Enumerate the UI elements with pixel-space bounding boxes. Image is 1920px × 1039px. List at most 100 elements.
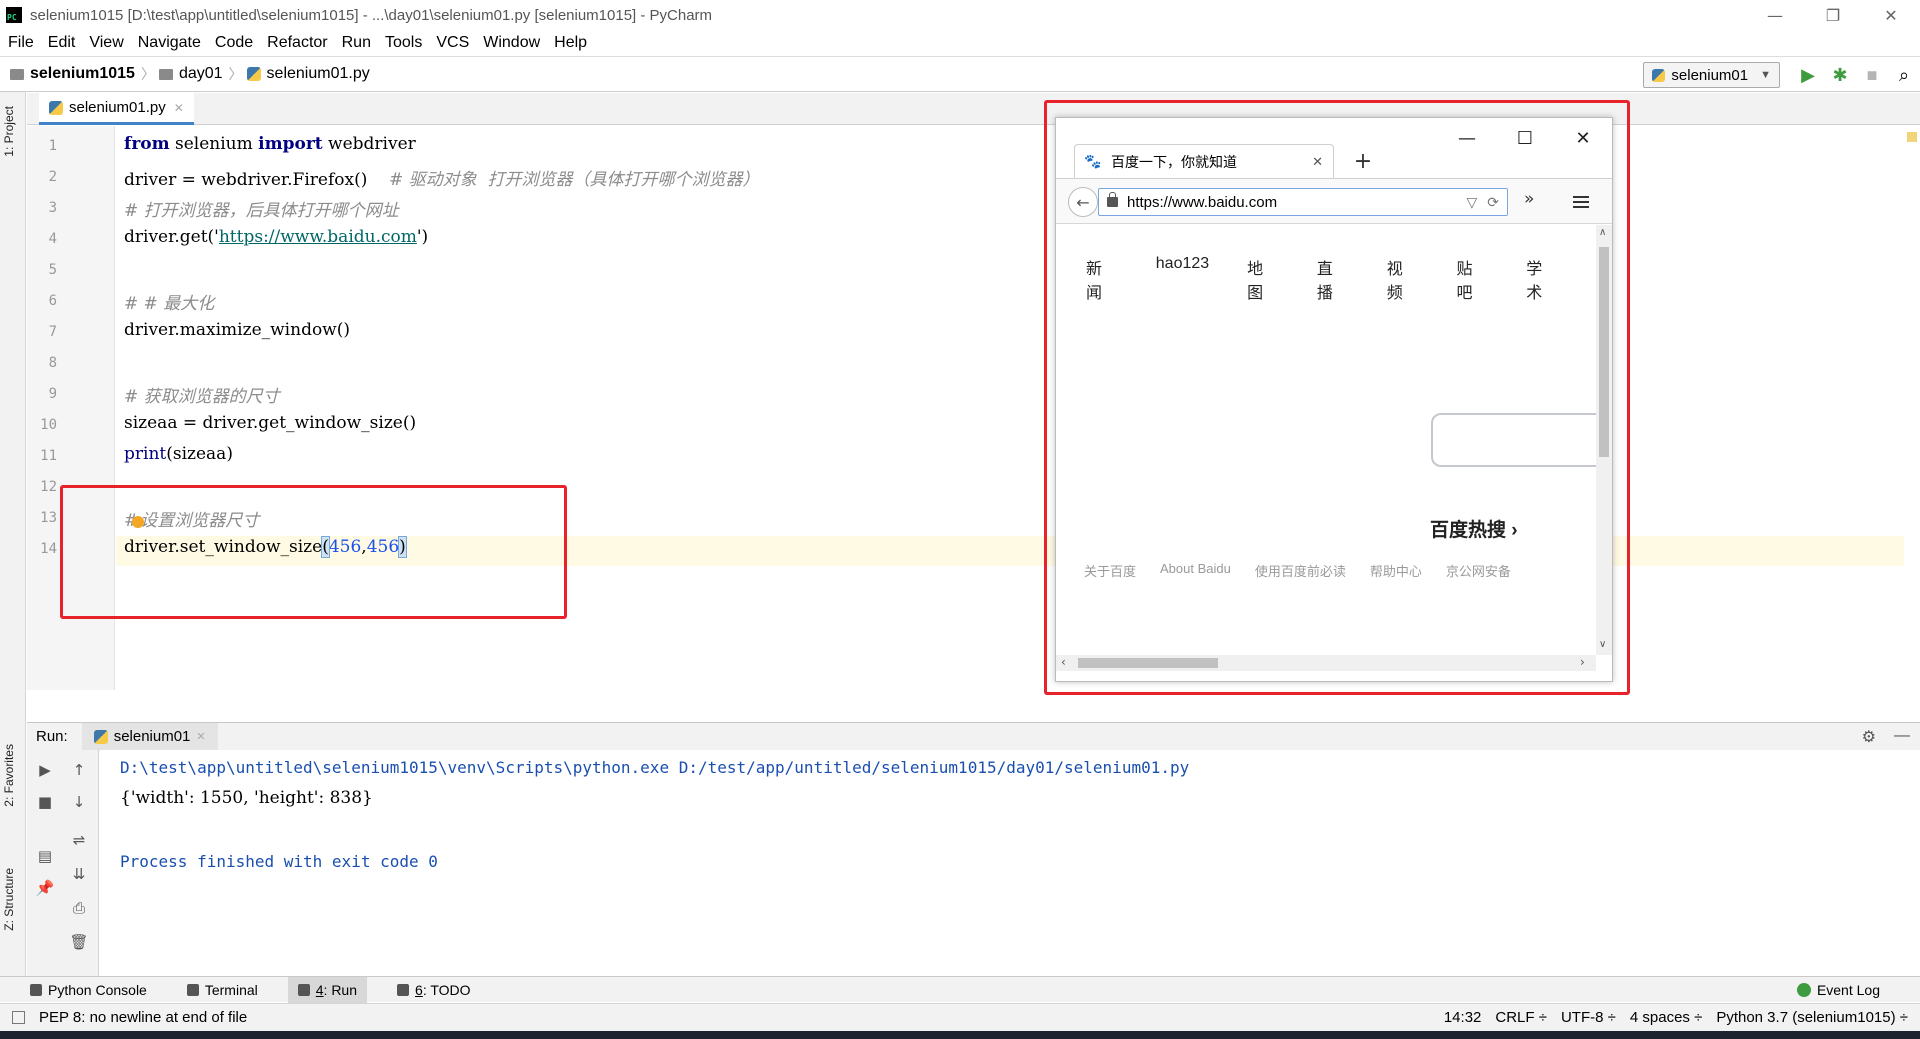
trash-icon[interactable]: 🗑 xyxy=(67,930,91,954)
status-widgets: 14:32 CRLF ÷ UTF-8 ÷ 4 spaces ÷ Python 3… xyxy=(1444,1009,1908,1026)
run-configuration-select[interactable]: selenium01 ▼ xyxy=(1643,62,1780,88)
arrow-down-icon[interactable]: ↓ xyxy=(67,790,91,814)
python-console-icon xyxy=(30,983,42,996)
close-icon[interactable]: ✕ xyxy=(196,730,205,743)
code-builtin: print xyxy=(124,444,167,464)
search-icon[interactable]: ⌕ xyxy=(1888,59,1920,91)
arrow-up-icon[interactable]: ↑ xyxy=(67,758,91,782)
run-configuration-label: selenium01 xyxy=(1671,66,1749,84)
menu-window[interactable]: Window xyxy=(483,34,540,52)
breadcrumb-project[interactable]: selenium1015 xyxy=(10,65,135,83)
folder-icon xyxy=(10,68,24,80)
code-keyword: import xyxy=(258,134,323,154)
python-console-tool-button[interactable]: Python Console xyxy=(20,977,157,1003)
encoding-select[interactable]: UTF-8 ÷ xyxy=(1561,1009,1616,1026)
chevron-down-icon: ▼ xyxy=(1760,69,1771,81)
menu-view[interactable]: View xyxy=(89,34,123,52)
event-log-tool-button[interactable]: Event Log xyxy=(1796,981,1880,998)
pin-icon[interactable]: 📌 xyxy=(33,876,57,900)
code-text: selenium xyxy=(169,134,259,154)
indent-select[interactable]: 4 spaces ÷ xyxy=(1630,1009,1702,1026)
python-file-icon xyxy=(93,729,108,744)
favorites-tool-button[interactable]: 2: Favorites xyxy=(2,744,16,807)
layout-icon[interactable]: ▤ xyxy=(33,844,57,868)
soft-wrap-icon[interactable]: ⇌ xyxy=(67,828,91,852)
run-label: : Run xyxy=(323,981,358,998)
close-icon[interactable]: ✕ xyxy=(174,101,184,115)
close-button[interactable]: ✕ xyxy=(1862,0,1920,30)
status-message: PEP 8: no newline at end of file xyxy=(12,1009,247,1026)
menu-help[interactable]: Help xyxy=(554,34,587,52)
menu-file[interactable]: File xyxy=(8,34,34,52)
line-number: 8 xyxy=(48,355,57,371)
minimize-button[interactable]: — xyxy=(1746,0,1804,30)
breadcrumb-file[interactable]: selenium01.py xyxy=(246,65,370,83)
line-number: 1 xyxy=(48,138,57,154)
line-number: 7 xyxy=(48,324,57,340)
stop-icon[interactable]: ■ xyxy=(33,790,57,814)
code-text: driver.get(' xyxy=(124,227,219,247)
menu-edit[interactable]: Edit xyxy=(48,34,76,52)
console-command-line: D:\test\app\untitled\selenium1015\venv\S… xyxy=(120,758,1190,777)
code-line-3: # 打开浏览器，后具体打开哪个网址 xyxy=(124,201,399,221)
terminal-tool-button[interactable]: Terminal xyxy=(177,977,268,1003)
status-toggle-icon[interactable] xyxy=(12,1011,25,1024)
menu-tools[interactable]: Tools xyxy=(385,34,422,52)
project-tool-button[interactable]: 1: Project xyxy=(2,106,16,157)
line-number: 9 xyxy=(48,386,57,402)
pycharm-logo-icon: PC xyxy=(6,7,22,23)
run-tab-label: selenium01 xyxy=(113,728,191,745)
event-log-icon xyxy=(1796,982,1811,997)
editor-tab-bar: selenium01.py ✕ xyxy=(27,93,1920,125)
line-number: 12 xyxy=(40,479,57,495)
run-icon[interactable]: ▶ xyxy=(1792,59,1824,91)
hide-icon[interactable]: — xyxy=(1894,727,1910,747)
status-bar: PEP 8: no newline at end of file 14:32 C… xyxy=(0,1003,1920,1031)
python-console-label: Python Console xyxy=(48,981,147,998)
code-keyword: from xyxy=(124,134,170,154)
rerun-icon[interactable]: ▶ xyxy=(33,758,57,782)
run-console-output[interactable]: D:\test\app\untitled\selenium1015\venv\S… xyxy=(100,750,1920,976)
status-message-text: PEP 8: no newline at end of file xyxy=(39,1009,248,1026)
menu-code[interactable]: Code xyxy=(215,34,253,52)
code-line-2: driver = webdriver.Firefox() # 驱动对象 打开浏览… xyxy=(124,165,759,190)
warning-marker[interactable] xyxy=(1907,132,1917,142)
code-text: driver = webdriver.Firefox() xyxy=(124,170,389,190)
debug-icon[interactable]: ✱ xyxy=(1824,59,1856,91)
run-tab-selenium01[interactable]: selenium01 ✕ xyxy=(81,722,218,751)
interpreter-select[interactable]: Python 3.7 (selenium1015) ÷ xyxy=(1716,1009,1908,1026)
run-tool-button[interactable]: 4: Run xyxy=(287,976,368,1003)
maximize-button[interactable]: ❐ xyxy=(1804,0,1862,30)
todo-tool-button[interactable]: 6: TODO xyxy=(387,977,481,1003)
code-line-1: from selenium import webdriver xyxy=(124,134,416,154)
menu-refactor[interactable]: Refactor xyxy=(267,34,327,52)
editor-error-stripe[interactable] xyxy=(1904,126,1920,690)
todo-label: : TODO xyxy=(422,981,471,998)
line-separator-select[interactable]: CRLF ÷ xyxy=(1495,1009,1547,1026)
tool-window-bar: Python Console Terminal 4: Run 6: TODO E… xyxy=(0,976,1920,1003)
stop-icon[interactable]: ■ xyxy=(1856,59,1888,91)
menu-navigate[interactable]: Navigate xyxy=(138,34,201,52)
code-line-4: driver.get('https://www.baidu.com') xyxy=(124,227,428,247)
code-text: webdriver xyxy=(322,134,416,154)
python-file-icon xyxy=(1652,68,1666,82)
window-controls: — ❐ ✕ xyxy=(1746,0,1920,30)
highlight-box-code xyxy=(60,485,567,619)
editor-tab-selenium01[interactable]: selenium01.py ✕ xyxy=(39,93,194,125)
code-url-link[interactable]: https://www.baidu.com xyxy=(219,227,417,247)
menu-vcs[interactable]: VCS xyxy=(436,34,469,52)
left-tool-strip: 1: Project 2: Favorites Z: Structure xyxy=(0,92,26,976)
line-number: 11 xyxy=(40,448,57,464)
breadcrumb-file-label: selenium01.py xyxy=(266,65,370,82)
structure-tool-button[interactable]: Z: Structure xyxy=(2,868,16,931)
menu-run[interactable]: Run xyxy=(342,34,371,52)
menu-bar: File Edit View Navigate Code Refactor Ru… xyxy=(0,30,1920,56)
scroll-to-end-icon[interactable]: ⇊ xyxy=(67,862,91,886)
editor-tab-label: selenium01.py xyxy=(69,99,166,116)
caret-position[interactable]: 14:32 xyxy=(1444,1009,1482,1026)
gear-icon[interactable]: ⚙ xyxy=(1862,727,1876,747)
event-log-label: Event Log xyxy=(1816,981,1880,998)
breadcrumb-folder[interactable]: day01 xyxy=(158,65,223,83)
print-icon[interactable]: ⎙ xyxy=(67,896,91,920)
line-number: 2 xyxy=(48,169,57,185)
